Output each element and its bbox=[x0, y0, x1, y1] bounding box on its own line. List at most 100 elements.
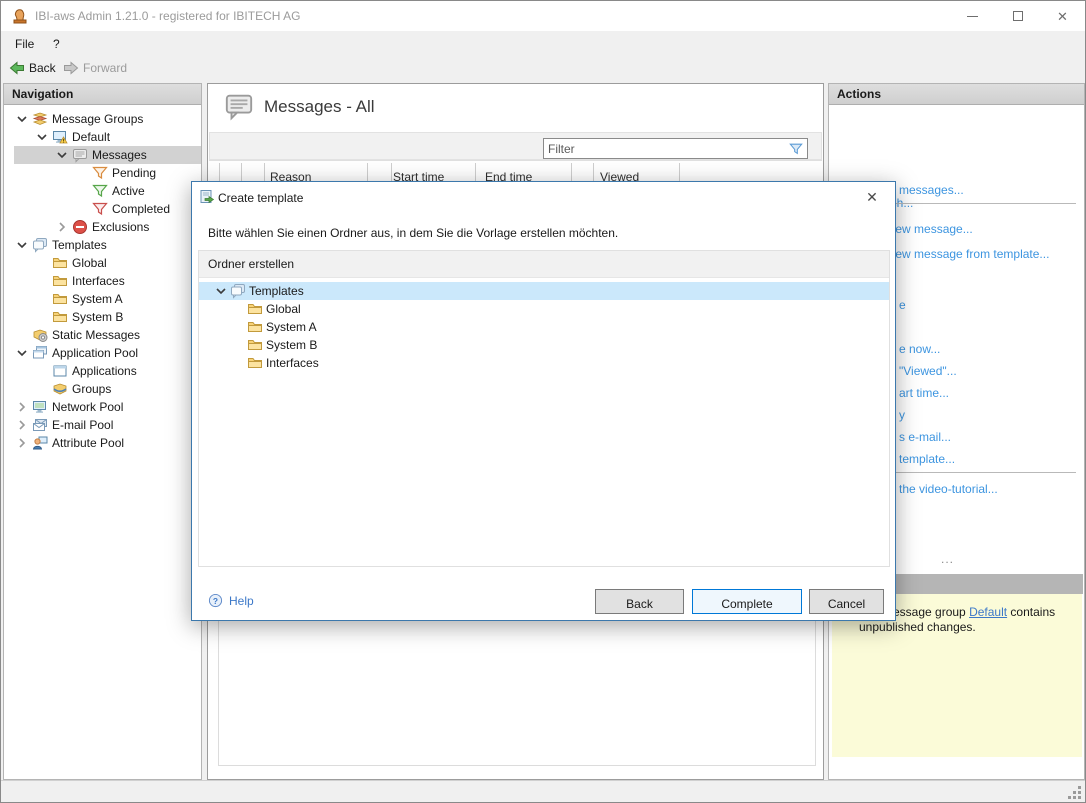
resize-grip-icon[interactable] bbox=[1068, 786, 1081, 799]
sidebar-item-messages[interactable]: Messages bbox=[4, 146, 201, 164]
folder-tree: Templates Global System ASystem BInterface… bbox=[199, 279, 889, 566]
dialog-tree-item-global[interactable]: Global bbox=[199, 300, 889, 318]
default-group-link[interactable]: Default bbox=[969, 605, 1007, 619]
sidebar-item-groups[interactable]: Groups bbox=[4, 380, 201, 398]
page-title: Messages - All bbox=[264, 97, 375, 117]
dialog-complete-button[interactable]: Complete bbox=[692, 589, 802, 614]
folder-icon bbox=[52, 255, 68, 271]
sidebar-item-label: Network Pool bbox=[52, 400, 123, 414]
templates-icon bbox=[230, 283, 246, 299]
minus-circle-icon bbox=[72, 219, 88, 235]
action-partial[interactable]: messages... bbox=[899, 183, 964, 197]
sidebar-item-system-a[interactable]: System A bbox=[4, 290, 201, 308]
sidebar-item-attribute-pool[interactable]: Attribute Pool bbox=[4, 434, 201, 452]
sidebar-item-message-groups[interactable]: Message Groups bbox=[4, 110, 201, 128]
monitor-icon bbox=[32, 399, 48, 415]
dialog-tree-item-system-b[interactable]: System B bbox=[199, 336, 889, 354]
app-pool-icon bbox=[32, 345, 48, 361]
chevron-down-icon[interactable] bbox=[14, 111, 30, 127]
minimize-button[interactable] bbox=[950, 1, 995, 31]
navigation-header: Navigation bbox=[4, 84, 201, 105]
chevron-down-icon[interactable] bbox=[34, 129, 50, 145]
sidebar-item-static-messages[interactable]: Static Messages bbox=[4, 326, 201, 344]
action-partial[interactable]: art time... bbox=[899, 386, 949, 400]
folder-icon bbox=[52, 309, 68, 325]
dialog-back-button[interactable]: Back bbox=[595, 589, 684, 614]
notification-text-line2: unpublished changes. bbox=[859, 620, 976, 634]
sidebar-item-application-pool[interactable]: Application Pool bbox=[4, 344, 201, 362]
dialog-tree-item-label: Global bbox=[266, 302, 301, 316]
forward-button[interactable]: Forward bbox=[59, 57, 131, 78]
sidebar-item-global[interactable]: Global bbox=[4, 254, 201, 272]
menu-help[interactable]: ? bbox=[47, 35, 66, 53]
action-partial[interactable]: y bbox=[899, 408, 905, 422]
app-window: IBI-aws Admin 1.21.0 - registered for IB… bbox=[0, 0, 1086, 803]
dialog-tree-item-label: Templates bbox=[249, 284, 304, 298]
folder-icon bbox=[247, 319, 263, 335]
chevron-right-icon[interactable] bbox=[14, 399, 30, 415]
dialog-tree-item-system-a[interactable]: System A bbox=[199, 318, 889, 336]
sidebar-item-system-b[interactable]: System B bbox=[4, 308, 201, 326]
help-link[interactable]: Help bbox=[208, 593, 254, 608]
column-divider bbox=[571, 163, 572, 182]
person-icon bbox=[32, 435, 48, 451]
chevron-right-icon[interactable] bbox=[54, 219, 70, 235]
sidebar-item-templates[interactable]: Templates bbox=[4, 236, 201, 254]
chevron-down-icon[interactable] bbox=[213, 283, 229, 299]
forward-arrow-icon bbox=[63, 60, 79, 76]
action-partial[interactable]: s e-mail... bbox=[899, 430, 951, 444]
menu-file[interactable]: File bbox=[9, 35, 40, 53]
action-partial[interactable]: "Viewed"... bbox=[899, 364, 957, 378]
folder-icon bbox=[247, 337, 263, 353]
action-partial[interactable]: e now... bbox=[899, 342, 940, 356]
maximize-button[interactable] bbox=[995, 1, 1040, 31]
sidebar-item-active[interactable]: Active bbox=[4, 182, 201, 200]
dialog-cancel-button[interactable]: Cancel bbox=[809, 589, 884, 614]
dialog-close-button[interactable]: ✕ bbox=[859, 186, 885, 208]
dialog-tree-item-templates[interactable]: Templates bbox=[199, 282, 889, 300]
create-template-icon bbox=[199, 189, 215, 205]
chevron-right-icon[interactable] bbox=[14, 435, 30, 451]
filter-funnel-icon[interactable] bbox=[789, 142, 803, 156]
folder-group-title: Ordner erstellen bbox=[199, 251, 889, 278]
action-partial[interactable]: template... bbox=[899, 452, 955, 466]
action-partial[interactable]: the video-tutorial... bbox=[899, 482, 998, 496]
sidebar-item-completed[interactable]: Completed bbox=[4, 200, 201, 218]
sidebar-item-exclusions[interactable]: Exclusions bbox=[4, 218, 201, 236]
sidebar-item-e-mail-pool[interactable]: E-mail Pool bbox=[4, 416, 201, 434]
sidebar-item-label: Groups bbox=[72, 382, 111, 396]
sidebar-item-applications[interactable]: Applications bbox=[4, 362, 201, 380]
folder-group-box: Ordner erstellen Templates Global System A… bbox=[198, 250, 890, 567]
bubble-icon bbox=[72, 147, 88, 163]
action-partial[interactable]: e bbox=[899, 298, 906, 312]
funnel-orange-icon bbox=[92, 165, 108, 181]
filter-input[interactable] bbox=[548, 140, 783, 157]
filter-box bbox=[543, 138, 808, 159]
groups-cube-icon bbox=[52, 381, 68, 397]
static-icon bbox=[32, 327, 48, 343]
chevron-down-icon[interactable] bbox=[14, 345, 30, 361]
chevron-down-icon[interactable] bbox=[14, 237, 30, 253]
sidebar-item-pending[interactable]: Pending bbox=[4, 164, 201, 182]
sidebar-item-interfaces[interactable]: Interfaces bbox=[4, 272, 201, 290]
dialog-title: Create template bbox=[218, 191, 303, 205]
chevron-right-icon[interactable] bbox=[14, 417, 30, 433]
sidebar-item-label: Attribute Pool bbox=[52, 436, 124, 450]
sidebar-item-label: E-mail Pool bbox=[52, 418, 113, 432]
sidebar-item-label: Completed bbox=[112, 202, 170, 216]
monitor-warn-icon bbox=[52, 129, 68, 145]
sidebar-item-default[interactable]: Default bbox=[4, 128, 201, 146]
column-divider bbox=[475, 163, 476, 182]
navigation-tree: Message GroupsDefaultMessagesPendingActi… bbox=[4, 106, 201, 779]
app-logo-icon bbox=[11, 7, 29, 25]
chevron-down-icon[interactable] bbox=[54, 147, 70, 163]
back-button[interactable]: Back bbox=[5, 57, 60, 78]
column-divider bbox=[391, 163, 392, 182]
column-divider bbox=[593, 163, 594, 182]
window-icon bbox=[52, 363, 68, 379]
sidebar-item-network-pool[interactable]: Network Pool bbox=[4, 398, 201, 416]
dialog-description: Bitte wählen Sie einen Ordner aus, in de… bbox=[208, 226, 618, 240]
dialog-tree-item-interfaces[interactable]: Interfaces bbox=[199, 354, 889, 372]
close-window-button[interactable]: ✕ bbox=[1040, 1, 1085, 31]
templates-icon bbox=[32, 237, 48, 253]
